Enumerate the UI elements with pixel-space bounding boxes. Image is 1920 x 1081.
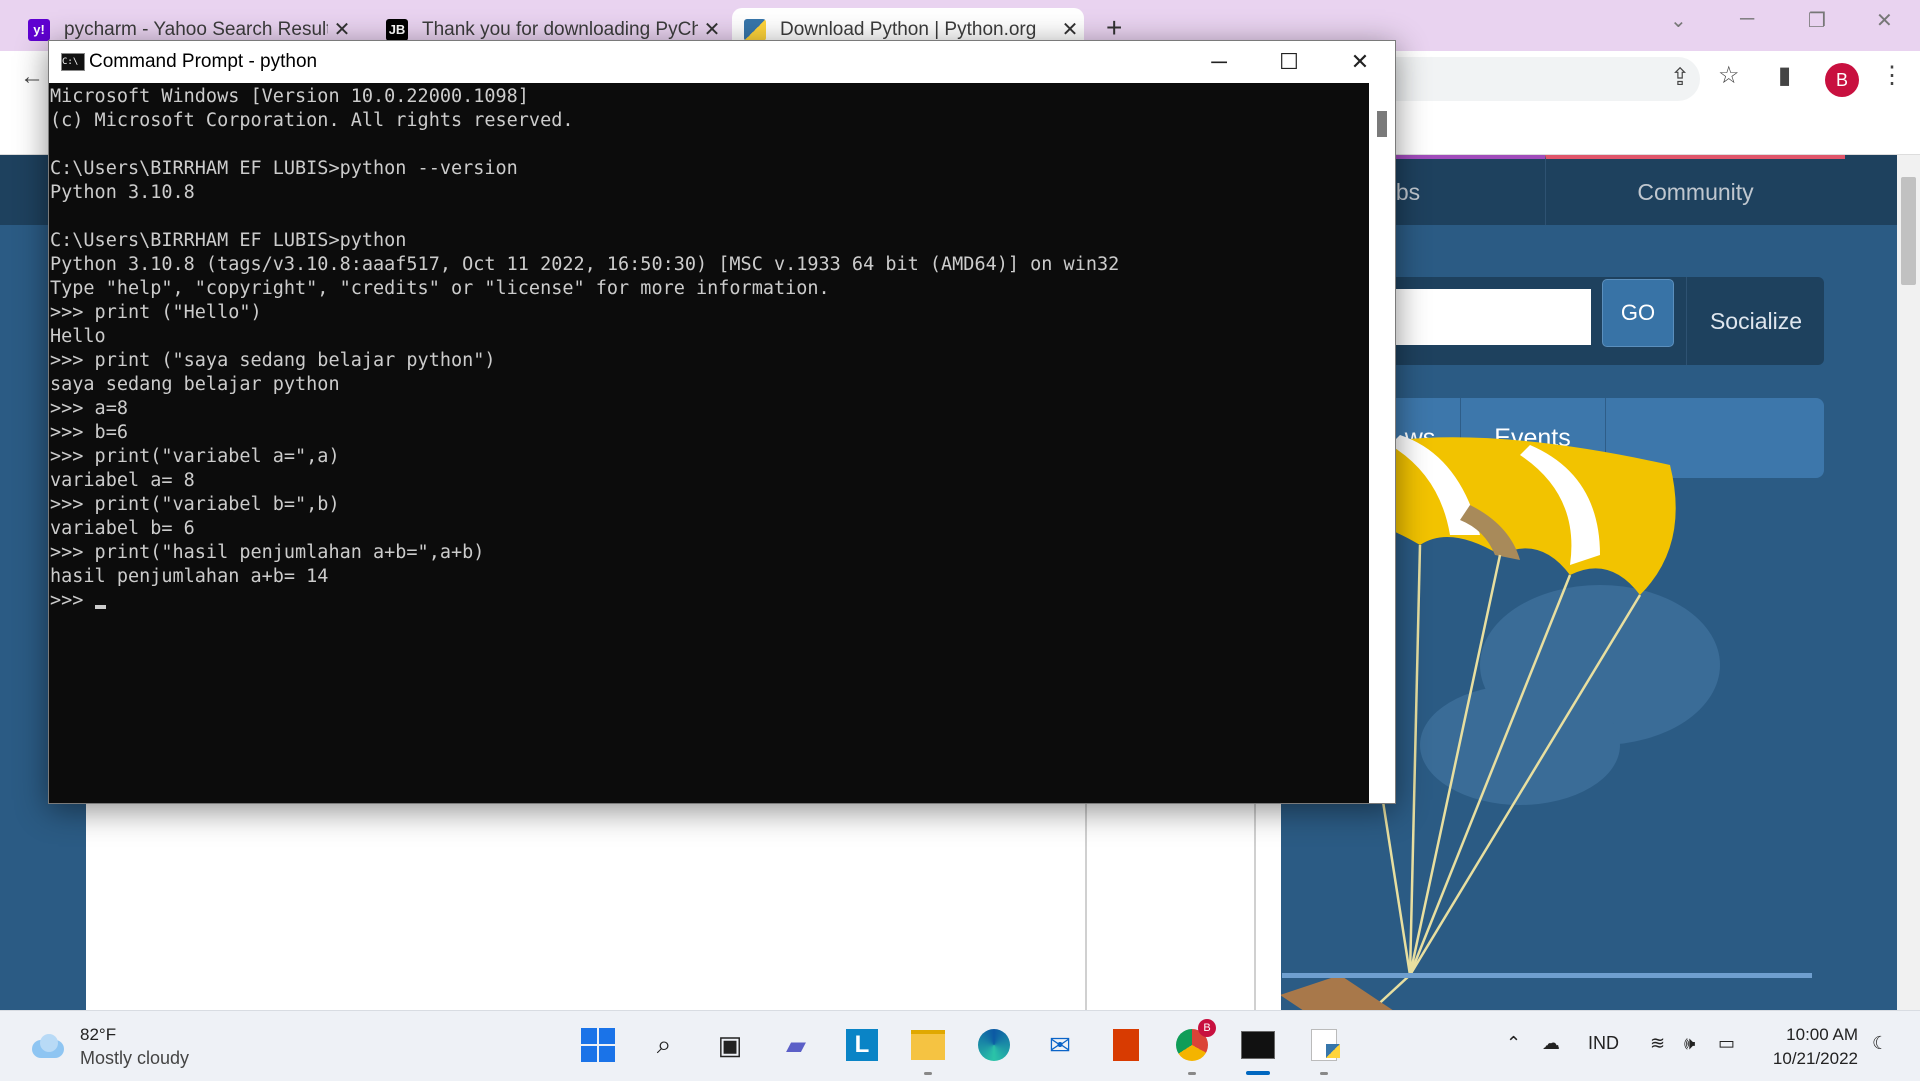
cmd-title-bar[interactable]: C:\ Command Prompt - python ─ ☐ ✕: [49, 41, 1395, 83]
search-bar: GO Socialize: [1380, 277, 1824, 365]
console-line: >>> print("hasil penjumlahan a+b=",a+b): [50, 542, 485, 563]
console-line: Python 3.10.8 (tags/v3.10.8:aaaf517, Oct…: [50, 254, 1120, 275]
clock-time: 10:00 AM: [1786, 1025, 1858, 1044]
minimize-icon[interactable]: ─: [1740, 8, 1754, 31]
cmd-scrollbar-thumb[interactable]: [1377, 111, 1387, 137]
chrome-icon[interactable]: B: [1172, 1019, 1216, 1075]
system-clock[interactable]: 10:00 AM 10/21/2022: [1748, 1023, 1858, 1071]
nav-jobs[interactable]: bs: [1380, 155, 1545, 225]
yahoo-favicon-icon: y!: [28, 18, 50, 41]
nav-jobs-label: bs: [1395, 178, 1421, 205]
nav-community[interactable]: Community: [1545, 155, 1845, 225]
console-line: Type "help", "copyright", "credits" or "…: [50, 278, 830, 299]
socialize-button[interactable]: Socialize: [1686, 277, 1825, 365]
console-line: Hello: [50, 326, 106, 347]
notifications-moon-icon[interactable]: ☾: [1872, 1033, 1888, 1054]
battery-icon[interactable]: ▭: [1718, 1033, 1735, 1054]
console-line: saya sedang belajar python: [50, 374, 340, 395]
cloud-icon: [28, 1034, 66, 1060]
nav-community-label: Community: [1637, 178, 1754, 205]
search-icon[interactable]: ⌕: [644, 1025, 684, 1065]
console-line: (c) Microsoft Corporation. All rights re…: [50, 110, 574, 131]
more-menu-icon[interactable]: ⋮: [1880, 61, 1904, 90]
go-button[interactable]: GO: [1602, 279, 1674, 347]
share-icon[interactable]: ⇪: [1670, 63, 1690, 92]
cmd-minimize-button[interactable]: ─: [1184, 41, 1254, 83]
profile-avatar[interactable]: B: [1825, 63, 1859, 97]
command-prompt-window: C:\ Command Prompt - python ─ ☐ ✕ Micros…: [48, 40, 1396, 804]
close-tab-icon[interactable]: ✕: [698, 17, 726, 42]
teams-chat-icon[interactable]: ▰: [776, 1025, 816, 1065]
carousel-progress: [1282, 973, 1812, 978]
tab-search-chevron-icon[interactable]: ⌄: [1670, 8, 1687, 33]
console-line: C:\Users\BIRRHAM EF LUBIS>python --versi…: [50, 158, 518, 179]
bookmark-star-icon[interactable]: ☆: [1718, 61, 1740, 90]
mail-icon[interactable]: ✉: [1040, 1025, 1080, 1065]
console-line: >>> b=6: [50, 422, 128, 443]
console-line: >>> print ("saya sedang belajar python"): [50, 350, 496, 371]
close-tab-icon[interactable]: ✕: [1056, 17, 1084, 42]
office-icon[interactable]: [1106, 1025, 1146, 1065]
side-panel-icon[interactable]: ▮: [1778, 61, 1791, 90]
restore-icon[interactable]: ❐: [1808, 8, 1826, 33]
task-view-icon[interactable]: ▣: [710, 1025, 750, 1065]
page-scrollbar[interactable]: [1897, 155, 1920, 1010]
python-favicon-icon: [744, 18, 766, 41]
console-text: Microsoft Windows [Version 10.0.22000.10…: [49, 83, 1369, 613]
cargo-box: [1280, 975, 1400, 1015]
onedrive-cloud-icon[interactable]: ☁: [1542, 1033, 1560, 1054]
windows-taskbar: 82°F Mostly cloudy ⌕ ▣ ▰ L ✉ B ⌃ ☁ IND ≋…: [0, 1010, 1920, 1081]
column-divider: [1254, 800, 1256, 1010]
console-line: >>> print("variabel a=",a): [50, 446, 340, 467]
console-line: hasil penjumlahan a+b= 14: [50, 566, 329, 587]
file-explorer-icon[interactable]: [908, 1025, 948, 1075]
console-prompt: >>>: [50, 590, 95, 611]
cmd-scrollbar[interactable]: [1369, 83, 1395, 803]
tab-title: Thank you for downloading PyCh: [422, 18, 698, 40]
console-line: Python 3.10.8: [50, 182, 195, 203]
chrome-profile-badge: B: [1198, 1019, 1216, 1037]
search-input[interactable]: [1380, 289, 1591, 345]
command-prompt-taskbar-icon[interactable]: [1238, 1025, 1278, 1075]
jetbrains-favicon-icon: JB: [386, 18, 408, 41]
close-tab-icon[interactable]: ✕: [328, 17, 356, 42]
python-app-icon[interactable]: [1304, 1025, 1344, 1075]
cmd-app-icon: C:\: [61, 53, 85, 71]
console-line: variabel a= 8: [50, 470, 195, 491]
column-divider: [1085, 800, 1087, 1010]
weather-temperature: 82°F: [80, 1025, 117, 1044]
console-line: >>> print ("Hello"): [50, 302, 262, 323]
console-line: >>> print("variabel b=",b): [50, 494, 340, 515]
show-hidden-icons-chevron-icon[interactable]: ⌃: [1506, 1033, 1521, 1054]
cmd-maximize-button[interactable]: ☐: [1254, 41, 1324, 83]
back-arrow-icon[interactable]: ←: [20, 63, 44, 91]
console-line: C:\Users\BIRRHAM EF LUBIS>python: [50, 230, 407, 251]
weather-widget[interactable]: 82°F Mostly cloudy: [28, 1025, 189, 1069]
weather-description: Mostly cloudy: [80, 1048, 190, 1068]
start-windows-icon[interactable]: [578, 1025, 618, 1065]
language-indicator[interactable]: IND: [1588, 1033, 1619, 1054]
scrollbar-thumb[interactable]: [1901, 177, 1916, 285]
wifi-icon[interactable]: ≋: [1650, 1033, 1665, 1054]
tab-title: Download Python | Python.org: [780, 18, 1037, 40]
close-window-icon[interactable]: ✕: [1876, 8, 1893, 33]
cmd-close-button[interactable]: ✕: [1325, 41, 1395, 83]
edge-browser-icon[interactable]: [974, 1025, 1014, 1065]
cmd-window-title: Command Prompt - python: [89, 51, 318, 72]
tab-title: pycharm - Yahoo Search Results: [64, 18, 328, 40]
content-panel: [86, 800, 1281, 1010]
console-line: variabel b= 6: [50, 518, 195, 539]
console-output[interactable]: Microsoft Windows [Version 10.0.22000.10…: [49, 83, 1369, 803]
clock-date: 10/21/2022: [1772, 1049, 1858, 1068]
text-cursor: [94, 605, 106, 609]
launcher-l-icon[interactable]: L: [842, 1025, 882, 1065]
volume-icon[interactable]: 🕪: [1684, 1033, 1695, 1054]
console-line: >>> a=8: [50, 398, 128, 419]
console-line: Microsoft Windows [Version 10.0.22000.10…: [50, 86, 529, 107]
